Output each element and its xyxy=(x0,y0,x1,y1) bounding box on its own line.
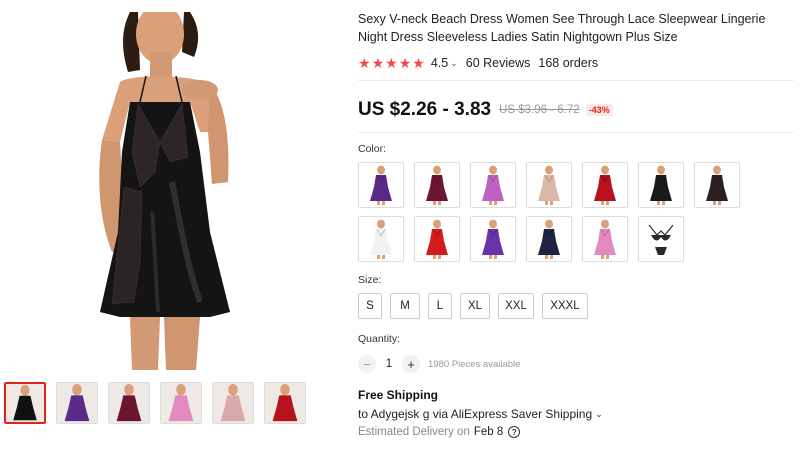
current-price: US $2.26 - 3.83 xyxy=(358,99,492,120)
color-swatch-violet[interactable] xyxy=(470,216,516,262)
star-half-icon: ★ xyxy=(412,55,425,71)
color-label: Color: xyxy=(358,143,387,155)
bra-set-icon xyxy=(648,224,674,255)
size-option-l[interactable]: L xyxy=(428,293,452,319)
thumbnail-image xyxy=(265,383,305,423)
color-swatch-black-lace[interactable] xyxy=(694,162,740,208)
rating-score[interactable]: 4.5 xyxy=(431,56,448,70)
estimated-delivery: Estimated Delivery on Feb 8 ? xyxy=(358,426,794,438)
thumbnail-image xyxy=(213,383,253,423)
product-info: Sexy V-neck Beach Dress Women See Throug… xyxy=(358,10,794,438)
shipping-method-text[interactable]: to Adygejsk g via AliExpress Saver Shipp… xyxy=(358,407,592,421)
gallery-thumbnail[interactable] xyxy=(160,382,202,424)
star-icon: ★ xyxy=(398,55,412,71)
help-icon[interactable]: ? xyxy=(508,426,521,438)
dress-icon xyxy=(482,165,504,205)
size-option-xxxl[interactable]: XXXL xyxy=(542,293,588,319)
dress-icon xyxy=(594,219,616,259)
color-swatch-white[interactable] xyxy=(358,216,404,262)
size-option-xxl[interactable]: XXL xyxy=(498,293,534,319)
color-swatch-navy[interactable] xyxy=(526,216,572,262)
color-swatch-skin[interactable] xyxy=(526,162,572,208)
rating-stars: ★ ★ ★ ★ ★ xyxy=(358,56,425,70)
star-icon: ★ xyxy=(371,55,385,71)
thumbnail-image xyxy=(57,383,97,423)
dress-icon xyxy=(482,219,504,259)
divider xyxy=(358,80,794,81)
available-stock: 1980 Pieces available xyxy=(428,358,521,370)
color-swatch-red[interactable] xyxy=(582,162,628,208)
rating-row: ★ ★ ★ ★ ★ 4.5 ⌄ 60 Reviews 168 orders xyxy=(358,54,794,72)
dress-icon xyxy=(370,165,392,205)
thumbnail-strip xyxy=(4,382,306,424)
discount-badge: -43% xyxy=(585,104,613,116)
gallery-thumbnail[interactable] xyxy=(108,382,150,424)
thumbnail-image xyxy=(109,383,149,423)
color-swatches xyxy=(358,162,794,262)
quantity-value[interactable]: 1 xyxy=(376,358,402,370)
thumbnail-image xyxy=(6,384,44,422)
color-swatch-purple[interactable] xyxy=(358,162,404,208)
gallery-thumbnail[interactable] xyxy=(212,382,254,424)
price-row: US $2.26 - 3.83 US $3.96 - 6.72 -43% xyxy=(358,99,794,121)
model-photo xyxy=(60,12,260,370)
shipping-title: Free Shipping xyxy=(358,388,439,402)
dress-icon xyxy=(594,165,616,205)
star-icon: ★ xyxy=(385,55,398,71)
main-product-image[interactable] xyxy=(60,12,260,370)
star-icon: ★ xyxy=(358,55,371,71)
original-price: US $3.96 - 6.72 xyxy=(499,104,580,116)
color-swatch-pink[interactable] xyxy=(582,216,628,262)
product-title: Sexy V-neck Beach Dress Women See Throug… xyxy=(358,12,766,44)
dress-icon xyxy=(650,165,672,205)
quantity-stepper: − 1 + 1980 Pieces available xyxy=(358,354,794,374)
reviews-link[interactable]: 60 Reviews xyxy=(466,56,531,70)
delivery-date: Feb 8 xyxy=(473,426,504,438)
divider xyxy=(358,132,794,133)
size-option-s[interactable]: S xyxy=(358,293,382,319)
size-option-m[interactable]: M xyxy=(390,293,420,319)
color-swatch-pink-purple[interactable] xyxy=(470,162,516,208)
dress-icon xyxy=(538,219,560,259)
dress-icon xyxy=(706,165,728,205)
quantity-label: Quantity: xyxy=(358,333,401,345)
color-swatch-wine[interactable] xyxy=(414,162,460,208)
dress-icon xyxy=(538,165,560,205)
color-swatch-black[interactable] xyxy=(638,162,684,208)
dress-icon xyxy=(370,219,392,259)
shipping-method[interactable]: to Adygejsk g via AliExpress Saver Shipp… xyxy=(358,407,794,421)
size-label: Size: xyxy=(358,274,382,286)
color-swatch-bright-red[interactable] xyxy=(414,216,460,262)
gallery-thumbnail[interactable] xyxy=(4,382,46,424)
decrease-quantity-button[interactable]: − xyxy=(358,355,376,373)
dress-icon xyxy=(426,165,448,205)
dress-icon xyxy=(426,219,448,259)
orders-count: 168 orders xyxy=(538,56,599,70)
color-swatch-black-set[interactable] xyxy=(638,216,684,262)
gallery-thumbnail[interactable] xyxy=(56,382,98,424)
size-option-xl[interactable]: XL xyxy=(460,293,490,319)
size-options: S M L XL XXL XXXL xyxy=(358,293,794,319)
chevron-down-icon[interactable]: ⌄ xyxy=(595,409,603,420)
delivery-prefix: Estimated Delivery on xyxy=(358,426,470,438)
gallery-thumbnail[interactable] xyxy=(264,382,306,424)
chevron-down-icon[interactable]: ⌄ xyxy=(450,58,458,69)
increase-quantity-button[interactable]: + xyxy=(402,355,420,373)
thumbnail-image xyxy=(161,383,201,423)
